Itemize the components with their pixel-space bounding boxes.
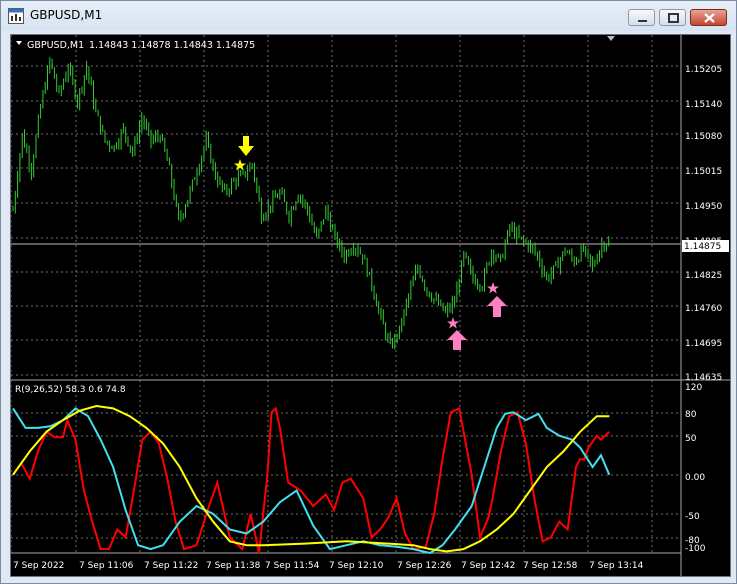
- time-tick: 7 Sep 11:22: [144, 561, 198, 571]
- chart-area[interactable]: GBPUSD,M1 1.14843 1.14878 1.14843 1.1487…: [10, 34, 731, 577]
- close-icon: [704, 13, 715, 23]
- price-tick: 1.14825: [685, 271, 722, 281]
- chart-menu-triangle-icon[interactable]: [16, 41, 22, 45]
- minimize-button[interactable]: [628, 9, 655, 26]
- up-arrow-icon: [447, 330, 467, 350]
- close-button[interactable]: [690, 9, 727, 26]
- oscillator-series-1: [12, 407, 611, 555]
- buy-signal: [447, 317, 467, 350]
- oscillator-series-0: [12, 406, 610, 554]
- up-arrow-icon: [487, 296, 507, 317]
- price-tick: 1.14760: [685, 304, 722, 314]
- price-tick: 1.15140: [685, 100, 722, 110]
- time-tick: 7 Sep 11:54: [265, 561, 320, 571]
- indicator-tick: 80: [685, 410, 697, 420]
- window-title: GBPUSD,M1: [30, 8, 103, 22]
- indicator-tick: -50: [685, 512, 700, 522]
- price-chart[interactable]: GBPUSD,M1 1.14843 1.14878 1.14843 1.1487…: [10, 35, 730, 576]
- time-tick: 7 Sep 11:06: [79, 561, 134, 571]
- price-axis[interactable]: 1.15205 1.15140 1.15080 1.15015 1.14950 …: [682, 65, 729, 383]
- price-tick: 1.14635: [685, 373, 722, 383]
- time-tick: 7 Sep 2022: [13, 561, 64, 571]
- time-tick: 7 Sep 12:10: [329, 561, 384, 571]
- price-tick: 1.15080: [685, 132, 722, 142]
- title-bar[interactable]: GBPUSD,M1: [1, 1, 736, 31]
- indicator-label: R(9,26,52) 58.3 0.6 74.8: [15, 385, 126, 395]
- indicator-axis[interactable]: 120 80 50 0.00 -50 -80 -100: [685, 383, 706, 554]
- chart-window-icon: [8, 8, 24, 24]
- time-tick: 7 Sep 13:14: [589, 561, 644, 571]
- app-window: GBPUSD,M1 GBPUSD,M1 1.14843 1.14878 1.14…: [0, 0, 737, 584]
- oscillator-lines: [12, 404, 611, 555]
- chart-symbol: GBPUSD,M1: [27, 40, 84, 51]
- buy-signal: [487, 282, 507, 317]
- time-axis[interactable]: 7 Sep 2022 7 Sep 11:06 7 Sep 11:22 7 Sep…: [13, 561, 644, 571]
- down-arrow-icon: [238, 136, 254, 156]
- time-tick: 7 Sep 12:42: [461, 561, 515, 571]
- time-tick: 7 Sep 12:58: [523, 561, 578, 571]
- star-icon: [234, 159, 246, 171]
- star-icon: [447, 317, 459, 329]
- price-tick: 1.15015: [685, 167, 722, 177]
- time-tick: 7 Sep 11:38: [206, 561, 261, 571]
- maximize-button[interactable]: [659, 9, 686, 26]
- chart-ohlc: 1.14843 1.14878 1.14843 1.14875: [89, 40, 255, 51]
- star-icon: [487, 282, 499, 294]
- shift-marker-icon[interactable]: [607, 36, 615, 41]
- minimize-icon: [638, 20, 647, 22]
- indicator-tick: 0.00: [685, 473, 705, 483]
- indicator-tick: -100: [685, 544, 706, 554]
- indicator-tick: 120: [685, 383, 702, 393]
- time-tick: 7 Sep 12:26: [397, 561, 452, 571]
- grid: [10, 35, 681, 553]
- current-price-label: 1.14875: [684, 242, 721, 252]
- price-tick: 1.14950: [685, 202, 722, 212]
- oscillator-series-2: [12, 404, 610, 553]
- price-tick: 1.14695: [685, 339, 722, 349]
- price-tick: 1.15205: [685, 65, 722, 75]
- indicator-tick: 50: [685, 434, 697, 444]
- restore-icon: [668, 13, 679, 23]
- sell-signal: [234, 136, 254, 171]
